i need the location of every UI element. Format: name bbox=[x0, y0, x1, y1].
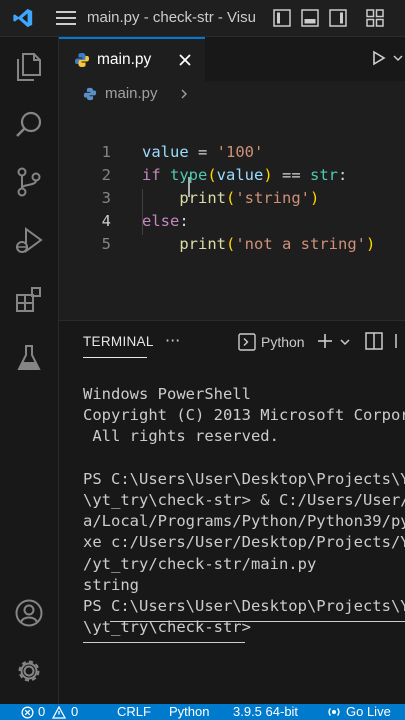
extensions-icon[interactable] bbox=[0, 280, 58, 320]
code-line[interactable]: 4 else: bbox=[59, 212, 405, 235]
source-control-icon[interactable] bbox=[0, 162, 58, 202]
code-line[interactable]: 1 value = '100' bbox=[59, 143, 405, 166]
language-mode[interactable]: Python bbox=[169, 704, 209, 719]
terminal-line: \yt_try\check-str> & C:/Users/User/ bbox=[83, 490, 405, 509]
run-dropdown-chevron-icon[interactable] bbox=[391, 47, 405, 69]
line-source: print('string') bbox=[142, 189, 319, 207]
new-terminal-plus-icon[interactable] bbox=[315, 331, 335, 351]
line-number: 1 bbox=[101, 143, 111, 161]
terminal-line: /yt_try/check-str/main.py bbox=[83, 554, 317, 573]
code-token: print bbox=[179, 189, 226, 207]
close-tab-icon[interactable] bbox=[175, 50, 195, 70]
editor-tab-label: main.py bbox=[97, 51, 152, 68]
code-token: '100' bbox=[216, 143, 264, 161]
terminal-line: xe c:/Users/User/Desktop/Projects/Y bbox=[83, 533, 405, 552]
terminal-line: string bbox=[83, 575, 139, 594]
breadcrumb-file[interactable]: main.py bbox=[105, 85, 158, 102]
terminal-line: Windows PowerShell bbox=[83, 385, 251, 403]
line-source: else: bbox=[142, 212, 189, 230]
terminal-line: Copyright (C) 2013 Microsoft Corpor bbox=[83, 406, 405, 425]
terminal-shell-label[interactable]: Python bbox=[261, 334, 305, 350]
breadcrumb-python-icon bbox=[82, 86, 98, 102]
more-views-button[interactable]: ··· bbox=[165, 331, 180, 350]
errors-icon[interactable] bbox=[20, 705, 34, 719]
warnings-count[interactable]: 0 bbox=[71, 704, 78, 719]
code-token: print bbox=[179, 235, 226, 253]
code-token: : bbox=[338, 166, 348, 184]
terminal-dropdown-chevron-icon[interactable] bbox=[337, 332, 353, 352]
terminal-panel: TERMINAL ··· Python Windows PowerShell Co… bbox=[59, 320, 405, 705]
vscode-logo-icon bbox=[10, 6, 36, 30]
settings-gear-icon[interactable] bbox=[0, 651, 58, 691]
split-terminal-icon[interactable] bbox=[363, 331, 385, 351]
link-underline bbox=[110, 621, 405, 622]
line-number: 2 bbox=[101, 166, 111, 184]
code-line[interactable]: 2 if type(value) == str: bbox=[59, 166, 405, 189]
code-token: = bbox=[188, 143, 217, 161]
customize-layout-icon[interactable] bbox=[363, 7, 387, 29]
terminal-output[interactable]: Windows PowerShell Copyright (C) 2013 Mic… bbox=[83, 384, 405, 638]
run-debug-icon[interactable] bbox=[0, 221, 58, 261]
toggle-panel-icon[interactable] bbox=[298, 7, 322, 29]
line-source: value = '100' bbox=[142, 143, 263, 161]
terminal-line: All rights reserved. bbox=[83, 427, 279, 446]
python-file-icon bbox=[73, 51, 91, 69]
code-token: ) bbox=[263, 166, 273, 184]
code-token: if bbox=[142, 166, 170, 184]
errors-count[interactable]: 0 bbox=[38, 704, 45, 719]
code-token: ) bbox=[366, 235, 376, 253]
code-token: ( bbox=[207, 166, 217, 184]
terminal-line: PS C:\Users\User\Desktop\Projects\Y bbox=[83, 596, 405, 615]
window-title: main.py - check-str - Visu bbox=[87, 9, 256, 26]
code-line[interactable]: 3 print('string') bbox=[59, 189, 405, 212]
tab-terminal-underline bbox=[83, 357, 147, 358]
status-bar: 0 0 CRLF Python 3.9.5 64-bit Go Live bbox=[0, 704, 405, 720]
line-number: 3 bbox=[101, 189, 111, 207]
code-token: : bbox=[179, 212, 189, 230]
code-token: ( bbox=[226, 189, 236, 207]
search-icon[interactable] bbox=[0, 105, 58, 145]
toggle-secondary-sidebar-icon[interactable] bbox=[326, 7, 350, 29]
title-bar: main.py - check-str - Visu bbox=[0, 0, 405, 37]
code-token: str bbox=[310, 166, 339, 184]
run-python-file-icon[interactable] bbox=[367, 47, 391, 69]
editor-tab-main-py[interactable]: main.py bbox=[59, 37, 205, 83]
activity-bar bbox=[0, 37, 59, 704]
code-line[interactable]: 5 print('not a string') bbox=[59, 235, 405, 258]
tab-terminal-label: TERMINAL bbox=[83, 334, 154, 349]
testing-flask-icon[interactable] bbox=[0, 338, 58, 378]
line-source: print('not a string') bbox=[142, 235, 375, 253]
code-token: 'not a string' bbox=[235, 235, 366, 253]
text-cursor bbox=[188, 177, 190, 197]
code-token: ) bbox=[310, 189, 320, 207]
code-token: value bbox=[216, 166, 264, 184]
code-token: == bbox=[272, 166, 311, 184]
terminal-line: a/Local/Programs/Python/Python39/py bbox=[83, 512, 405, 531]
terminal-line: PS C:\Users\User\Desktop\Projects\Y bbox=[83, 469, 405, 488]
link-underline bbox=[83, 642, 245, 643]
code-token: ( bbox=[226, 235, 236, 253]
trash-terminal-icon[interactable] bbox=[393, 331, 405, 351]
line-source: if type(value) == str: bbox=[142, 166, 347, 184]
go-live-icon[interactable] bbox=[326, 705, 342, 719]
go-live-label[interactable]: Go Live bbox=[346, 704, 391, 719]
end-of-line[interactable]: CRLF bbox=[117, 704, 151, 719]
breadcrumb-chevron-icon bbox=[177, 86, 191, 102]
explorer-icon[interactable] bbox=[0, 47, 58, 87]
editor-area: main.py main.py 1 value = '100' 2 if type(v… bbox=[59, 37, 405, 320]
python-interpreter[interactable]: 3.9.5 64-bit bbox=[233, 704, 298, 719]
code-token: value bbox=[142, 143, 189, 161]
line-number: 4 bbox=[101, 212, 111, 230]
accounts-icon[interactable] bbox=[0, 593, 58, 633]
code-token: 'string' bbox=[235, 189, 310, 207]
code-token: else bbox=[142, 212, 180, 230]
line-number: 5 bbox=[101, 235, 111, 253]
terminal-shell-icon bbox=[237, 332, 257, 352]
warnings-icon[interactable] bbox=[52, 705, 66, 719]
menu-icon[interactable] bbox=[54, 8, 78, 28]
toggle-sidebar-icon[interactable] bbox=[270, 7, 294, 29]
